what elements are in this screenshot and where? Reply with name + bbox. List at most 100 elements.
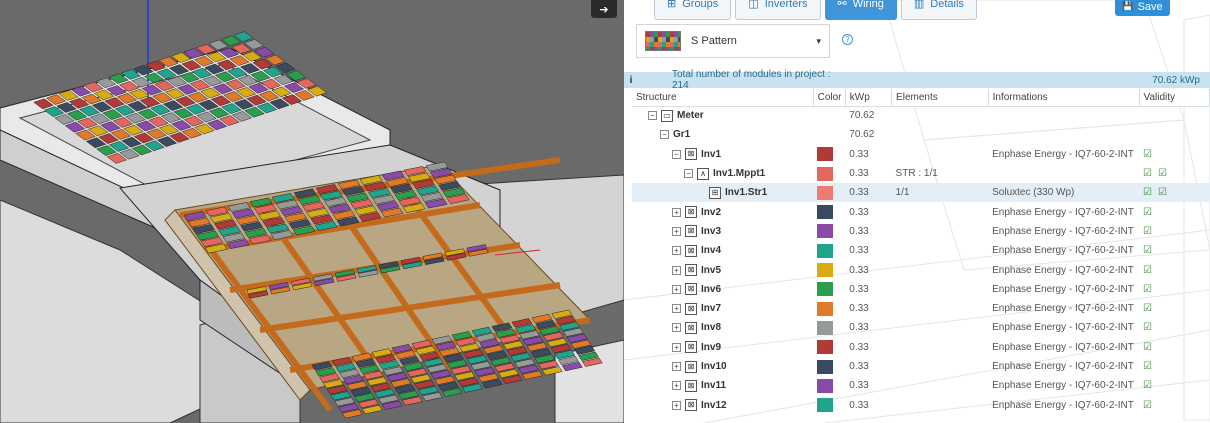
table-row[interactable]: + ⊠ Inv5 0.33 Enphase Energy - IQ7-60-2-INT ☑ — [632, 260, 1210, 279]
info-icon: i — [629, 74, 633, 86]
color-swatch[interactable] — [817, 282, 834, 297]
color-swatch[interactable] — [817, 147, 834, 162]
elements-cell — [892, 376, 989, 395]
structure-cell: − ▭ Meter — [632, 106, 813, 125]
table-row[interactable]: + ⊠ Inv12 0.33 Enphase Energy - IQ7-60-2-INT… — [632, 395, 1210, 414]
node-name: Inv8 — [701, 322, 722, 334]
check-icon: ☑ — [1143, 380, 1152, 392]
tab-wiring[interactable]: ⚯ Wiring — [824, 0, 897, 20]
expand-icon[interactable]: + — [672, 226, 681, 236]
color-swatch[interactable] — [817, 320, 834, 335]
panel-toggle-button[interactable]: ➔ — [591, 0, 617, 18]
table-row[interactable]: − Gr1 70.62 — [632, 125, 1210, 144]
info-bar: i Total number of modules in project : 2… — [624, 69, 1210, 91]
expand-icon[interactable]: + — [672, 284, 681, 294]
validity-cell — [1139, 125, 1209, 144]
color-swatch[interactable] — [817, 398, 834, 413]
expand-icon[interactable]: + — [672, 265, 681, 275]
kwp-cell: 0.33 — [849, 341, 869, 353]
expand-icon[interactable]: + — [672, 246, 681, 256]
column-header-color[interactable]: Color — [813, 89, 846, 107]
expand-icon[interactable]: + — [672, 342, 681, 352]
table-row[interactable]: + ⊠ Inv4 0.33 Enphase Energy - IQ7-60-2-INT ☑ — [632, 241, 1210, 260]
color-cell — [813, 338, 845, 357]
table-row[interactable]: − ⊠ Inv1 0.33 Enphase Energy - IQ7-60-2-INT ☑ — [632, 145, 1210, 164]
elements-cell — [892, 357, 989, 376]
color-swatch[interactable] — [817, 243, 834, 258]
check-icon: ☑ — [1158, 187, 1167, 199]
column-header-validity[interactable]: Validity — [1139, 89, 1210, 107]
kwp-cell: 70.62 — [849, 129, 875, 141]
collapse-icon[interactable]: − — [672, 149, 681, 159]
expand-icon[interactable]: + — [672, 323, 681, 333]
node-name: Meter — [677, 110, 704, 122]
table-row[interactable]: − ▭ Meter 70.62 — [632, 106, 1210, 125]
table-row[interactable]: + ⊠ Inv3 0.33 Enphase Energy - IQ7-60-2-INT ☑ — [632, 222, 1210, 241]
table-row[interactable]: − ∧ Inv1.Mppt1 0.33 STR : 1/1 ☑ ☑ — [632, 164, 1210, 183]
column-header-informations[interactable]: Informations — [988, 89, 1140, 107]
column-header-structure[interactable]: Structure — [632, 89, 814, 107]
validity-cell: ☑ — [1139, 145, 1209, 164]
table-row[interactable]: + ⊠ Inv2 0.33 Enphase Energy - IQ7-60-2-INT ☑ — [632, 202, 1210, 221]
color-swatch[interactable] — [817, 378, 834, 393]
expand-icon[interactable]: + — [672, 362, 681, 371]
inverter-icon: ⊠ — [685, 264, 697, 277]
collapse-icon[interactable]: − — [648, 111, 657, 121]
expand-icon[interactable]: + — [672, 400, 681, 410]
save-icon: 💾 — [1122, 1, 1134, 11]
tab-bar: ⊞ Groups ◫ Inverters ⚯ Wiring ▥ Details — [654, 0, 977, 20]
pattern-dropdown[interactable]: S Pattern ▾ — [636, 24, 830, 58]
color-swatch[interactable] — [817, 185, 834, 200]
table-row[interactable]: + ⊠ Inv6 0.33 Enphase Energy - IQ7-60-2-INT ☑ — [632, 280, 1210, 299]
table-row[interactable]: + ⊠ Inv9 0.33 Enphase Energy - IQ7-60-2-INT ☑ — [632, 338, 1210, 357]
validity-cell: ☑ — [1139, 202, 1209, 221]
color-cell — [813, 318, 845, 337]
info-cell: Enphase Energy - IQ7-60-2-INT — [992, 264, 1134, 276]
inverter-icon: ⊠ — [685, 225, 697, 238]
color-cell — [813, 106, 845, 125]
tab-inverters[interactable]: ◫ Inverters — [735, 0, 821, 20]
validity-cell: ☑ — [1139, 318, 1209, 337]
table-row[interactable]: + ⊠ Inv11 0.33 Enphase Energy - IQ7-60-2-INT… — [632, 376, 1210, 395]
table-row[interactable]: + ⊠ Inv7 0.33 Enphase Energy - IQ7-60-2-INT ☑ — [632, 299, 1210, 318]
collapse-icon[interactable]: − — [684, 169, 693, 179]
collapse-icon[interactable]: − — [660, 130, 669, 140]
structure-cell: − ∧ Inv1.Mppt1 — [632, 164, 813, 183]
help-icon[interactable]: ? — [842, 34, 853, 45]
kwp-cell: 0.33 — [845, 183, 892, 203]
table-row[interactable]: + ⊠ Inv10 0.33 Enphase Energy - IQ7-60-2-INT… — [632, 357, 1210, 376]
tab-groups[interactable]: ⊞ Groups — [654, 0, 732, 20]
save-button[interactable]: 💾 Save — [1115, 0, 1170, 16]
info-cell: Enphase Energy - IQ7-60-2-INT — [992, 283, 1134, 295]
tab-label: Details — [930, 0, 964, 10]
wiring-panel: ⊞ Groups ◫ Inverters ⚯ Wiring ▥ Details 💾 Save … — [624, 0, 1210, 423]
expand-icon[interactable]: + — [672, 381, 681, 391]
color-cell — [813, 299, 845, 318]
color-swatch[interactable] — [817, 359, 834, 374]
color-swatch[interactable] — [817, 301, 834, 316]
roof-3d-scene[interactable] — [0, 0, 624, 423]
table-row[interactable]: ⊞ Inv1.Str1 0.33 1/1 Soluxtec (330 Wp) ☑ ☑ — [632, 183, 1210, 203]
color-swatch[interactable] — [817, 340, 834, 355]
info-cell: Enphase Energy - IQ7-60-2-INT — [992, 322, 1134, 334]
elements-cell — [892, 106, 989, 125]
kwp-cell: 0.33 — [849, 168, 869, 180]
kwp-cell: 0.33 — [849, 264, 869, 276]
color-swatch[interactable] — [817, 166, 834, 181]
color-cell — [813, 183, 846, 203]
color-swatch[interactable] — [817, 263, 834, 278]
table-row[interactable]: + ⊠ Inv8 0.33 Enphase Energy - IQ7-60-2-INT ☑ — [632, 318, 1210, 337]
expand-icon[interactable]: + — [672, 304, 681, 314]
color-cell — [813, 376, 845, 395]
color-cell — [813, 164, 845, 183]
info-cell — [988, 164, 1139, 183]
column-header-elements[interactable]: Elements — [891, 89, 989, 107]
expand-icon[interactable]: + — [672, 207, 681, 217]
column-header-kwp[interactable]: kWp — [845, 89, 893, 107]
info-cell: Enphase Energy - IQ7-60-2-INT — [992, 245, 1134, 257]
color-swatch[interactable] — [817, 224, 834, 239]
tab-details[interactable]: ▥ Details — [900, 0, 977, 20]
3d-viewport[interactable]: ➔ — [0, 0, 624, 423]
groups-icon: ⊞ — [667, 0, 677, 10]
color-swatch[interactable] — [817, 205, 834, 220]
